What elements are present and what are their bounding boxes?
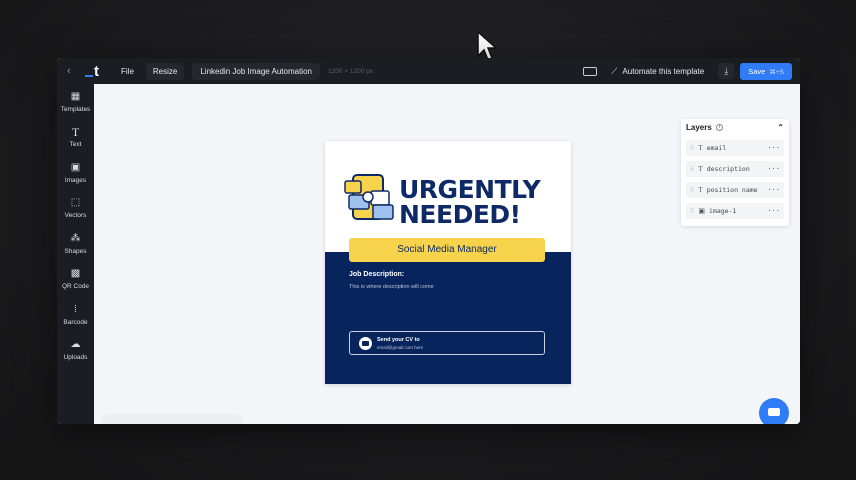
text-icon: T [71,125,80,140]
automate-button[interactable]: ⟋ Automate this template [611,66,704,77]
zoom-controls[interactable] [102,414,242,424]
template-name[interactable]: Linkedin Job Image Automation [192,62,320,80]
barcode-icon: ⦙ [74,303,77,315]
layer-row[interactable]: ⠿ T position name ··· [686,182,784,198]
sidebar-item-label: Text [69,141,82,149]
top-toolbar: ‹ t File Resize Linkedin Job Image Autom… [57,58,800,84]
job-description-label[interactable]: Job Description: [349,271,404,278]
chat-icon[interactable] [759,398,789,424]
layers-title: Layers [686,122,712,132]
sidebar-item-images[interactable]: ▣ Images [57,155,94,191]
cv-box[interactable]: Send your CV to email@gmail.com here [349,331,545,355]
text-layer-icon: T [698,144,703,152]
layer-name: description [706,165,750,173]
sidebar-item-label: Shapes [64,247,87,255]
app-logo[interactable]: t [85,63,107,79]
sidebar-item-uploads[interactable]: ☁ Uploads [57,333,94,369]
more-icon[interactable]: ··· [767,207,780,215]
drag-handle-icon[interactable]: ⠿ [690,145,694,152]
editor-canvas[interactable]: URGENTLY NEEDED! Social Media Manager Jo… [94,84,800,424]
drag-handle-icon[interactable]: ⠿ [690,187,694,194]
left-sidebar: ▦ Templates T Text ▣ Images ⬚ Vectors ⁂ … [57,84,94,424]
layer-name: image-1 [709,207,737,215]
mail-icon [359,337,372,350]
save-label: Save [748,66,766,76]
sidebar-item-barcode[interactable]: ⦙ Barcode [57,297,94,333]
download-icon[interactable]: ⤓ [718,63,735,79]
sidebar-item-vectors[interactable]: ⬚ Vectors [57,191,94,227]
drag-handle-icon[interactable]: ⠿ [690,166,694,173]
layer-row[interactable]: ⠿ T email ··· [686,140,784,156]
design-card[interactable]: URGENTLY NEEDED! Social Media Manager Jo… [325,141,571,384]
cv-title: Send your CV to [377,337,420,343]
app-window: ‹ t File Resize Linkedin Job Image Autom… [57,58,800,424]
job-description-text[interactable]: This is where description will come [349,284,434,290]
drag-handle-icon[interactable]: ⠿ [690,208,694,215]
sidebar-item-label: Barcode [63,318,88,326]
keyboard-icon[interactable] [583,66,598,76]
sidebar-item-label: Vectors [64,212,87,220]
vector-icon: ⬚ [70,197,81,209]
sidebar-item-shapes[interactable]: ⁂ Shapes [57,226,94,262]
more-icon[interactable]: ··· [767,144,780,152]
headline-line-1: URGENTLY [399,175,541,204]
sidebar-item-label: Images [64,176,87,184]
canvas-size: 1200 × 1200 px [327,67,373,75]
info-icon[interactable]: i [715,123,723,131]
save-button[interactable]: Save ⌘+S [740,62,792,80]
more-icon[interactable]: ··· [767,186,780,194]
headline[interactable]: URGENTLY NEEDED! [399,175,541,229]
templates-icon: ▦ [70,90,81,102]
sidebar-item-label: QR Code [61,283,90,291]
layer-name: position name [706,186,758,194]
layer-row[interactable]: ⠿ T description ··· [686,161,784,177]
image-icon: ▣ [70,161,81,173]
sidebar-item-templates[interactable]: ▦ Templates [57,84,94,120]
layer-name: email [706,144,727,152]
save-shortcut: ⌘+S [769,68,784,76]
more-icon[interactable]: ··· [767,165,780,173]
image-layer-icon: ▣ [698,207,706,215]
layers-header[interactable]: Layers i ⌃ [681,119,789,135]
phone-illustration-icon[interactable] [343,173,397,223]
automate-label: Automate this template [622,66,705,76]
text-layer-icon: T [698,186,703,194]
layer-row[interactable]: ⠿ ▣ image-1 ··· [686,203,784,219]
file-menu[interactable]: File [121,67,134,76]
headline-line-2: NEEDED! [399,200,521,229]
cv-email: email@gmail.com here [377,345,424,350]
chevron-up-icon[interactable]: ⌃ [777,123,784,132]
upload-icon: ☁ [70,339,81,351]
sidebar-item-label: Templates [60,105,91,113]
position-name[interactable]: Social Media Manager [349,238,545,262]
shapes-icon: ⁂ [70,232,81,244]
layers-panel: Layers i ⌃ ⠿ T email ··· ⠿ T description… [681,119,789,226]
sidebar-item-text[interactable]: T Text [57,120,94,156]
sidebar-item-qr-code[interactable]: ▩ QR Code [57,262,94,298]
magic-wand-icon: ⟋ [611,65,618,76]
text-layer-icon: T [698,165,703,173]
sidebar-item-label: Uploads [63,354,88,362]
back-icon[interactable]: ‹ [67,65,81,77]
qr-icon: ▩ [70,268,81,280]
resize-button[interactable]: Resize [145,62,185,80]
